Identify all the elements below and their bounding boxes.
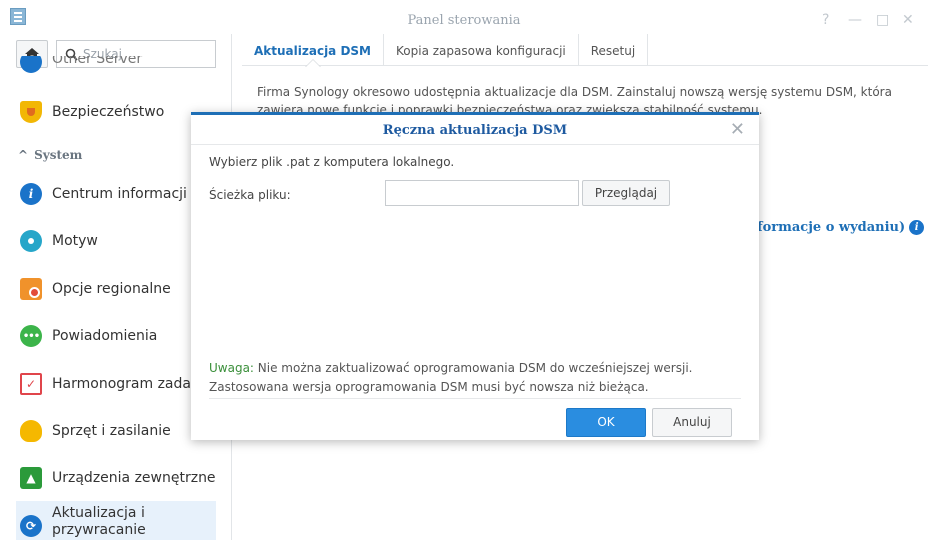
dialog-close-icon[interactable]: ✕ <box>730 119 745 140</box>
warning-line-1: Nie można zaktualizować oprogramowania D… <box>253 361 693 375</box>
dialog-prompt: Wybierz plik .pat z komputera lokalnego. <box>209 155 455 169</box>
cancel-button[interactable]: Anuluj <box>652 408 732 437</box>
modal-overlay: Ręczna aktualizacja DSM ✕ Wybierz plik .… <box>0 0 928 540</box>
browse-button[interactable]: Przeglądaj <box>582 180 670 206</box>
downgrade-warning: Uwaga: Nie można zaktualizować oprogramo… <box>209 359 749 397</box>
file-path-label: Ścieżka pliku: <box>209 188 291 202</box>
warning-label: Uwaga: <box>209 361 254 375</box>
file-path-input[interactable] <box>385 180 579 206</box>
dialog-footer-divider <box>209 398 741 399</box>
dialog-title: Ręczna aktualizacja DSM <box>382 123 568 138</box>
dialog-divider <box>191 144 759 145</box>
warning-line-2: Zastosowana wersja oprogramowania DSM mu… <box>209 380 649 394</box>
ok-button[interactable]: OK <box>566 408 646 437</box>
manual-update-dialog: Ręczna aktualizacja DSM ✕ Wybierz plik .… <box>191 112 759 440</box>
